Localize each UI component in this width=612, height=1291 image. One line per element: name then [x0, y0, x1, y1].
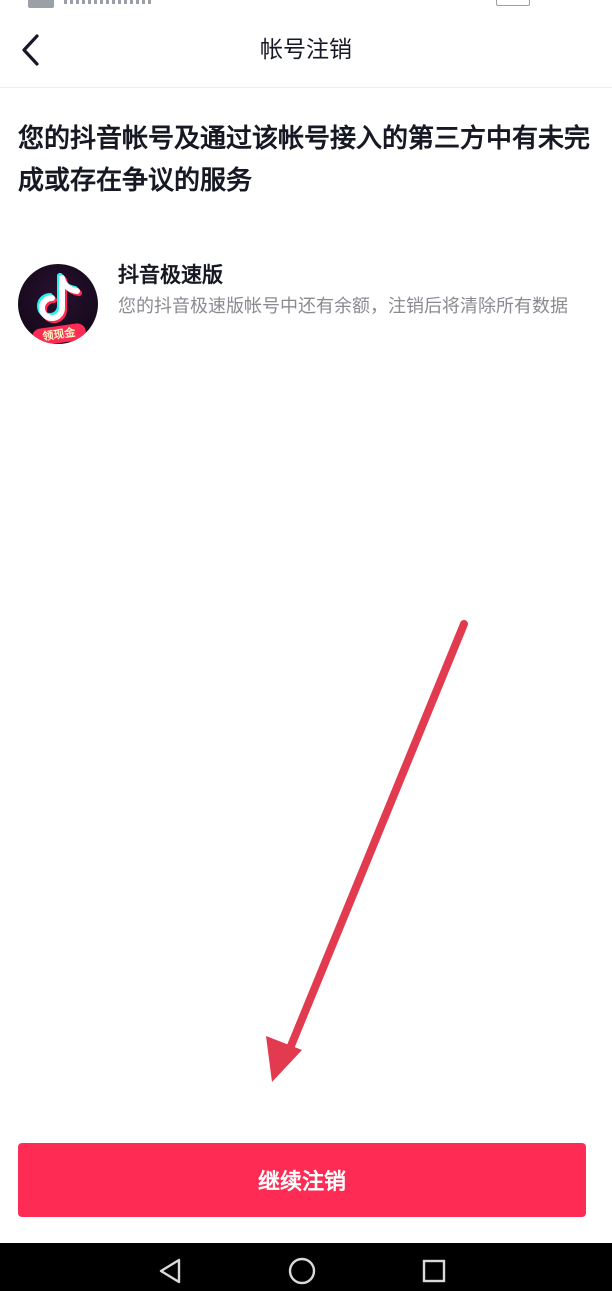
notice-heading: 您的抖音帐号及通过该帐号接入的第三方中有未完成或存在争议的服务	[18, 124, 591, 196]
service-description: 您的抖音极速版帐号中还有余额，注销后将清除所有数据	[118, 296, 568, 317]
page-title: 帐号注销	[260, 37, 352, 63]
tiktok-lite-app-icon: 领现金	[18, 264, 98, 344]
service-item: 领现金 抖音极速版 您的抖音极速版帐号中还有余额，注销后将清除所有数据	[18, 256, 594, 356]
chevron-left-icon	[22, 34, 39, 66]
nav-recents-button[interactable]	[414, 1251, 454, 1291]
circle-home-icon	[288, 1257, 316, 1285]
triangle-back-icon	[159, 1258, 181, 1284]
hd-indicator-icon	[28, 0, 54, 8]
service-name: 抖音极速版	[118, 263, 223, 287]
back-button[interactable]	[10, 30, 50, 70]
status-bar	[0, 0, 612, 12]
square-recents-icon	[422, 1259, 446, 1283]
signal-icon	[64, 0, 154, 4]
continue-deregister-button[interactable]: 继续注销	[18, 1143, 586, 1217]
header-bar: 帐号注销	[0, 12, 612, 88]
system-nav-bar	[0, 1243, 612, 1291]
battery-icon	[496, 0, 530, 6]
nav-back-button[interactable]	[150, 1251, 190, 1291]
nav-home-button[interactable]	[282, 1251, 322, 1291]
